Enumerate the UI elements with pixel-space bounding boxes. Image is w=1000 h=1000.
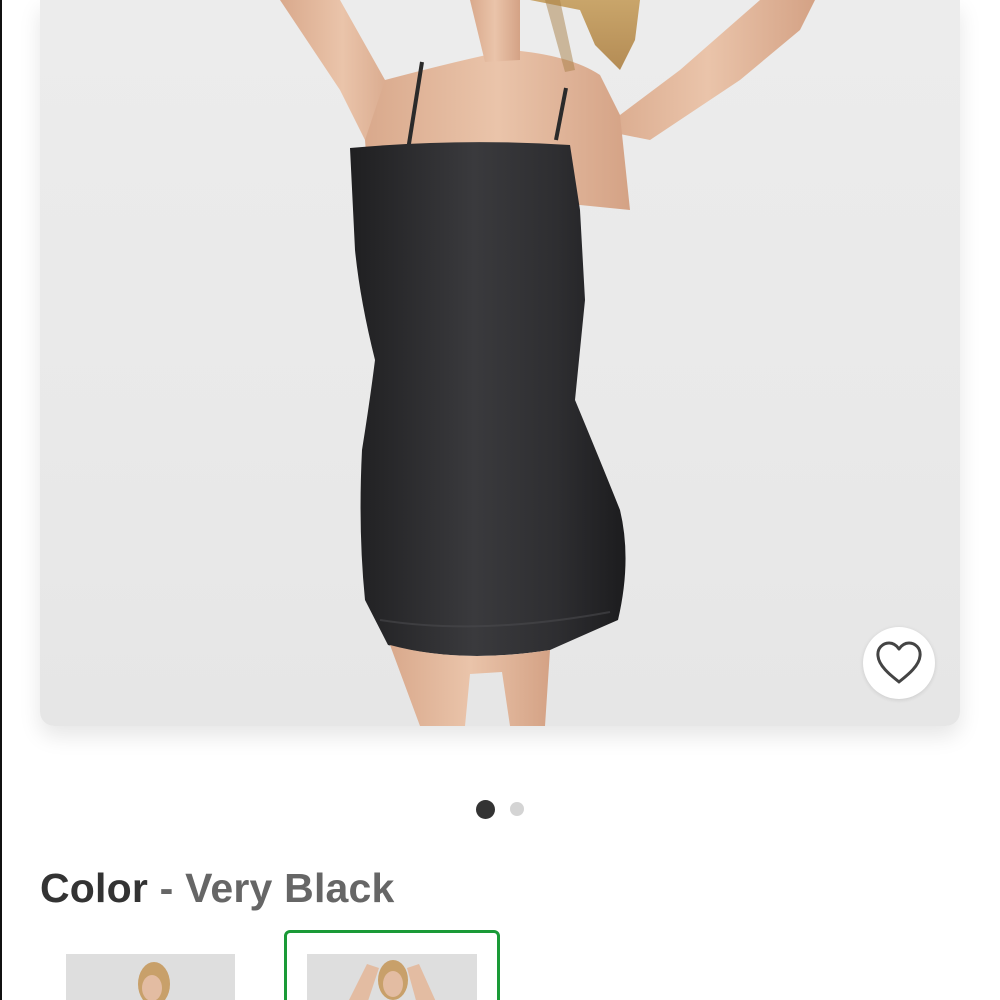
- color-label: Color: [40, 865, 149, 911]
- swatch-option-1[interactable]: [66, 954, 235, 1000]
- selected-color-value: Very Black: [185, 865, 395, 911]
- carousel-dot-2[interactable]: [510, 802, 524, 816]
- favorite-button[interactable]: [863, 627, 935, 699]
- swatch-option-2[interactable]: [307, 954, 477, 1000]
- product-photo: [280, 0, 815, 726]
- swatch-thumbnail-1: [66, 954, 235, 1000]
- swatch-thumbnail-2: [307, 954, 477, 1000]
- product-image-card[interactable]: [40, 0, 960, 726]
- carousel-pagination: [0, 799, 1000, 819]
- carousel-dot-1[interactable]: [476, 799, 495, 819]
- window-edge: [0, 0, 2, 1000]
- product-detail-page: Color - Very Black: [0, 0, 1000, 1000]
- color-separator: -: [159, 865, 174, 911]
- color-heading: Color - Very Black: [40, 862, 395, 914]
- heart-outline-icon: [876, 641, 922, 684]
